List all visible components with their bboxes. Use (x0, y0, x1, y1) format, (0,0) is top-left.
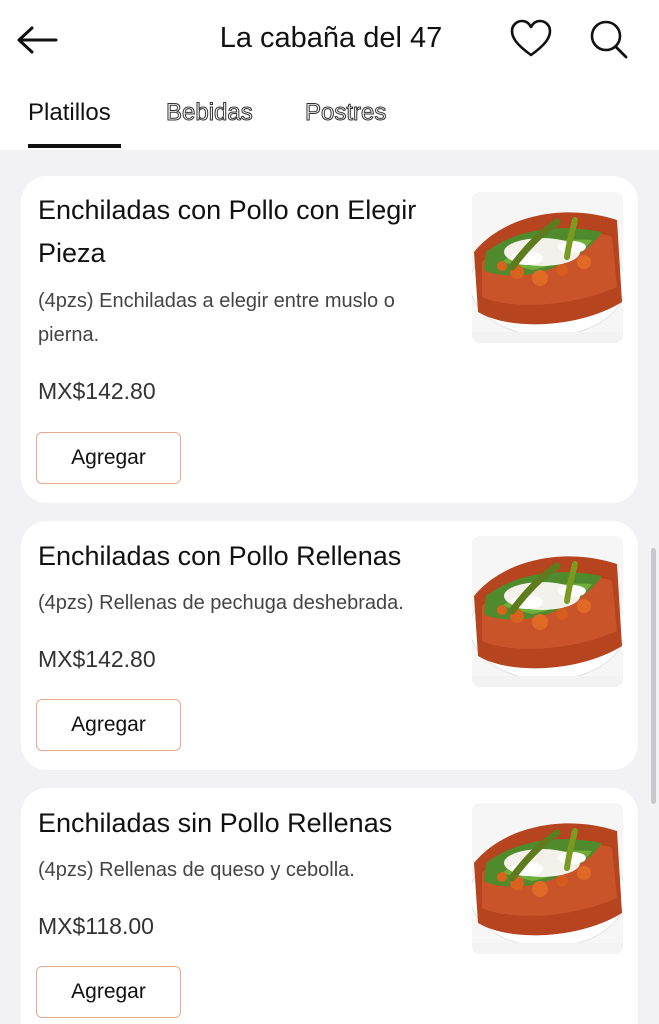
add-button[interactable]: Agregar (36, 966, 181, 1018)
category-tabs: Platillos Bebidas Postres (0, 90, 659, 150)
search-icon (590, 20, 628, 59)
scrollbar[interactable] (651, 548, 656, 804)
favorite-button[interactable] (507, 18, 555, 60)
dish-price: MX$142.80 (38, 646, 156, 672)
dish-name: Enchiladas sin Pollo Rellenas (38, 808, 393, 838)
dish-price: MX$118.00 (38, 913, 154, 939)
back-button[interactable] (14, 20, 62, 60)
tab-platillos[interactable]: Platillos (28, 96, 111, 130)
dish-image[interactable] (472, 536, 623, 687)
menu-item-card[interactable]: Enchiladas sin Pollo Rellenas (4pzs) Rel… (21, 788, 638, 1024)
dish-name: Enchiladas con Pollo Rellenas (38, 541, 402, 571)
dish-description: (4pzs) Rellenas de queso y cebolla. (38, 859, 355, 881)
dish-name: Enchiladas con Pollo con Elegir Pieza (38, 195, 417, 268)
tab-bebidas[interactable]: Bebidas (166, 96, 254, 130)
menu-item-card[interactable]: Enchiladas con Pollo con Elegir Pieza (4… (21, 176, 638, 503)
search-button[interactable] (585, 17, 633, 61)
dish-image[interactable] (472, 192, 623, 343)
restaurant-title: La cabaña del 47 (219, 22, 443, 54)
arrow-left-icon (17, 26, 58, 54)
dish-description: (4pzs) Enchiladas a elegir entre muslo o… (38, 290, 395, 346)
add-button[interactable]: Agregar (36, 432, 181, 484)
active-tab-indicator (28, 144, 121, 148)
menu-item-card[interactable]: Enchiladas con Pollo Rellenas (4pzs) Rel… (21, 521, 638, 770)
add-button[interactable]: Agregar (36, 699, 181, 751)
dish-price: MX$142.80 (38, 378, 156, 404)
dish-image[interactable] (472, 803, 623, 954)
dish-description: (4pzs) Rellenas de pechuga deshebrada. (38, 592, 404, 614)
tab-postres[interactable]: Postres (304, 96, 386, 130)
heart-icon (510, 19, 552, 57)
top-bar: La cabaña del 47 Platillos Bebidas Postr… (0, 0, 659, 150)
